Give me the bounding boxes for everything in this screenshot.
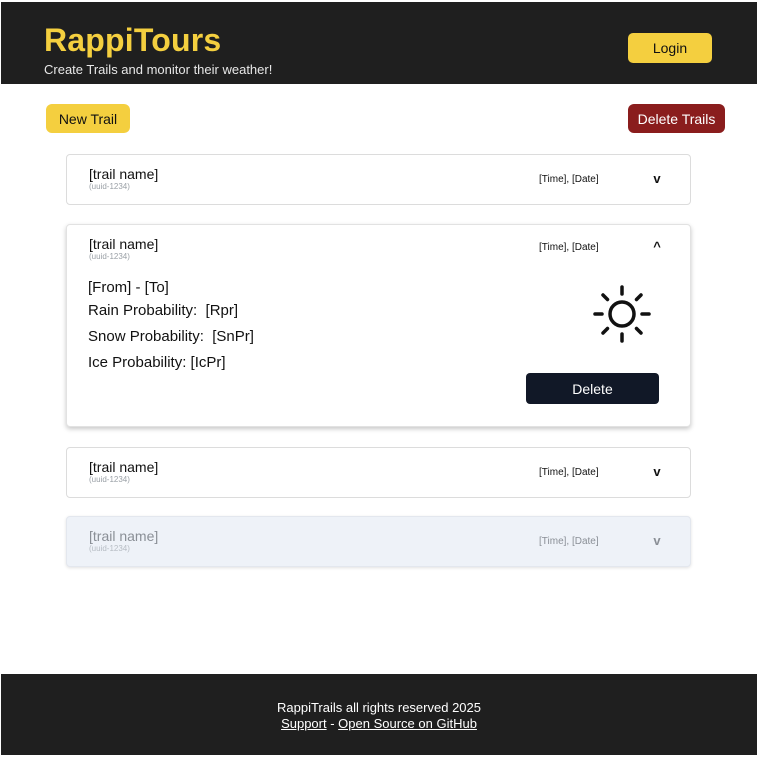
chevron-up-icon[interactable]: ^: [650, 239, 664, 254]
trail-name: [trail name]: [89, 528, 159, 544]
trail-time-date: [Time], [Date]: [539, 536, 599, 547]
chevron-down-icon[interactable]: v: [650, 533, 664, 548]
login-button[interactable]: Login: [628, 33, 712, 63]
footer-separator: -: [326, 716, 339, 731]
footer-links: Support - Open Source on GitHub: [1, 716, 757, 731]
footer: RappiTrails all rights reserved 2025 Sup…: [1, 674, 757, 755]
header: RappiTours Create Trails and monitor the…: [1, 2, 757, 84]
rain-probability: Rain Probability: [Rpr]: [88, 302, 239, 319]
trail-card-expanded: [trail name] (uuid-1234) [Time], [Date] …: [66, 224, 691, 427]
brand-title: RappiTours: [44, 22, 222, 58]
github-link[interactable]: Open Source on GitHub: [338, 716, 477, 731]
trail-name: [trail name]: [89, 459, 159, 475]
trail-name: [trail name]: [89, 166, 159, 182]
trail-time-date: [Time], [Date]: [539, 242, 599, 253]
app-frame: RappiTours Create Trails and monitor the…: [1, 2, 757, 755]
trail-card-muted[interactable]: [trail name] (uuid-1234) [Time], [Date] …: [66, 516, 691, 567]
trail-uuid: (uuid-1234): [89, 182, 130, 191]
support-link[interactable]: Support: [281, 716, 327, 731]
chevron-down-icon[interactable]: v: [650, 464, 664, 479]
delete-trail-button[interactable]: Delete: [526, 373, 659, 404]
trail-time-date: [Time], [Date]: [539, 174, 599, 185]
tagline: Create Trails and monitor their weather!: [44, 62, 273, 77]
sun-icon: [593, 285, 651, 343]
new-trail-button[interactable]: New Trail: [46, 104, 130, 133]
trail-uuid: (uuid-1234): [89, 252, 130, 261]
trail-uuid: (uuid-1234): [89, 475, 130, 484]
trail-from-to: [From] - [To]: [88, 279, 169, 296]
snow-probability: Snow Probability: [SnPr]: [88, 328, 254, 345]
ice-probability: Ice Probability: [IcPr]: [88, 354, 226, 371]
footer-copyright: RappiTrails all rights reserved 2025: [276, 700, 481, 715]
trail-uuid: (uuid-1234): [89, 544, 130, 553]
trail-card[interactable]: [trail name] (uuid-1234) [Time], [Date] …: [66, 154, 691, 205]
trail-time-date: [Time], [Date]: [539, 467, 599, 478]
delete-trails-button[interactable]: Delete Trails: [628, 104, 725, 133]
trail-name: [trail name]: [89, 236, 159, 252]
trail-card[interactable]: [trail name] (uuid-1234) [Time], [Date] …: [66, 447, 691, 498]
chevron-down-icon[interactable]: v: [650, 171, 664, 186]
